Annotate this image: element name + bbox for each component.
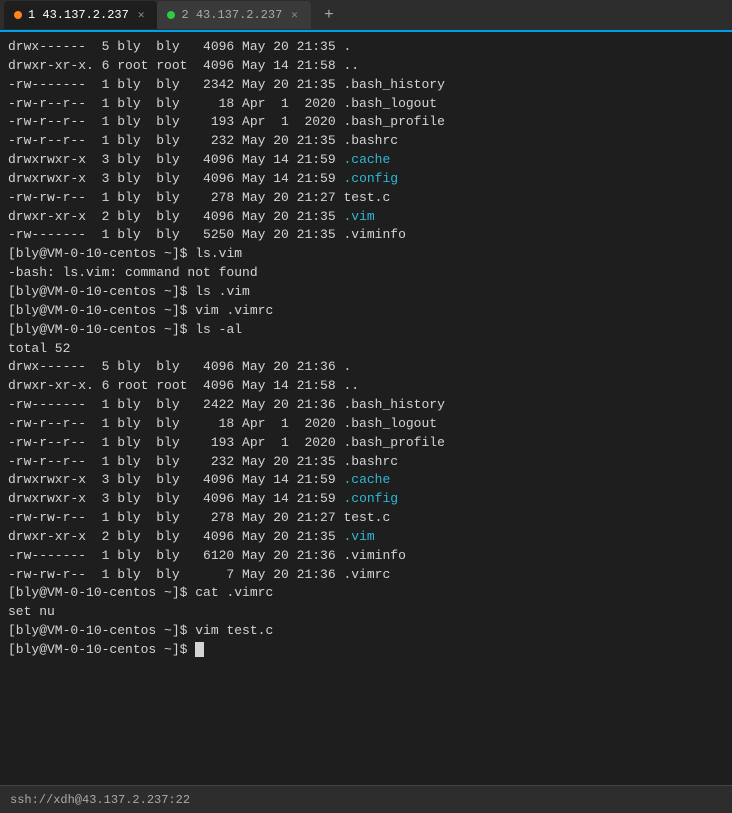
ssh-connection-info: ssh://xdh@43.137.2.237:22 <box>10 793 190 807</box>
terminal-line: -rw------- 1 bly bly 2342 May 20 21:35 .… <box>8 76 724 95</box>
terminal-line: drwxrwxr-x 3 bly bly 4096 May 14 21:59 .… <box>8 151 724 170</box>
terminal-line: -rw-r--r-- 1 bly bly 193 Apr 1 2020 .bas… <box>8 434 724 453</box>
tab-close-1[interactable]: ✕ <box>135 7 148 23</box>
terminal-line: drwxr-xr-x. 6 root root 4096 May 14 21:5… <box>8 57 724 76</box>
terminal-line: -rw-r--r-- 1 bly bly 18 Apr 1 2020 .bash… <box>8 95 724 114</box>
terminal-line: -rw-rw-r-- 1 bly bly 7 May 20 21:36 .vim… <box>8 566 724 585</box>
terminal-line: drwxr-xr-x 2 bly bly 4096 May 20 21:35 .… <box>8 208 724 227</box>
tab-2[interactable]: 2 43.137.2.237 ✕ <box>157 1 310 29</box>
terminal-line: -rw------- 1 bly bly 6120 May 20 21:36 .… <box>8 547 724 566</box>
terminal-line: drwx------ 5 bly bly 4096 May 20 21:35 . <box>8 38 724 57</box>
tab-close-2[interactable]: ✕ <box>288 7 301 23</box>
terminal-line: -rw-r--r-- 1 bly bly 193 Apr 1 2020 .bas… <box>8 113 724 132</box>
terminal-cursor <box>195 642 204 657</box>
terminal-area[interactable]: drwx------ 5 bly bly 4096 May 20 21:35 .… <box>0 32 732 785</box>
terminal-line: total 52 <box>8 340 724 359</box>
terminal-line: [bly@VM-0-10-centos ~]$ vim test.c <box>8 622 724 641</box>
terminal-line: drwx------ 5 bly bly 4096 May 20 21:36 . <box>8 358 724 377</box>
terminal-line: set nu <box>8 603 724 622</box>
tab-label-2: 2 43.137.2.237 <box>181 8 282 22</box>
terminal-line: drwxrwxr-x 3 bly bly 4096 May 14 21:59 .… <box>8 471 724 490</box>
terminal-line: -rw-r--r-- 1 bly bly 18 Apr 1 2020 .bash… <box>8 415 724 434</box>
tab-dot-1 <box>14 11 22 19</box>
tab-1[interactable]: 1 43.137.2.237 ✕ <box>4 1 157 29</box>
terminal-line: -bash: ls.vim: command not found <box>8 264 724 283</box>
tab-bar: 1 43.137.2.237 ✕ 2 43.137.2.237 ✕ + <box>0 0 732 32</box>
terminal-line: drwxr-xr-x. 6 root root 4096 May 14 21:5… <box>8 377 724 396</box>
terminal-line: drwxrwxr-x 3 bly bly 4096 May 14 21:59 .… <box>8 490 724 509</box>
terminal-line: -rw-rw-r-- 1 bly bly 278 May 20 21:27 te… <box>8 189 724 208</box>
new-tab-button[interactable]: + <box>315 3 343 27</box>
terminal-line: [bly@VM-0-10-centos ~]$ vim .vimrc <box>8 302 724 321</box>
tab-dot-2 <box>167 11 175 19</box>
terminal-line: drwxrwxr-x 3 bly bly 4096 May 14 21:59 .… <box>8 170 724 189</box>
terminal-line: -rw------- 1 bly bly 2422 May 20 21:36 .… <box>8 396 724 415</box>
status-bar: ssh://xdh@43.137.2.237:22 <box>0 785 732 813</box>
terminal-line: [bly@VM-0-10-centos ~]$ ls.vim <box>8 245 724 264</box>
terminal-line: -rw------- 1 bly bly 5250 May 20 21:35 .… <box>8 226 724 245</box>
terminal-line: [bly@VM-0-10-centos ~]$ ls .vim <box>8 283 724 302</box>
terminal-line: [bly@VM-0-10-centos ~]$ cat .vimrc <box>8 584 724 603</box>
terminal-line: drwxr-xr-x 2 bly bly 4096 May 20 21:35 .… <box>8 528 724 547</box>
terminal-line: -rw-r--r-- 1 bly bly 232 May 20 21:35 .b… <box>8 132 724 151</box>
terminal-line: -rw-rw-r-- 1 bly bly 278 May 20 21:27 te… <box>8 509 724 528</box>
tab-label-1: 1 43.137.2.237 <box>28 8 129 22</box>
terminal-line: [bly@VM-0-10-centos ~]$ ls -al <box>8 321 724 340</box>
terminal-line: [bly@VM-0-10-centos ~]$ <box>8 641 724 660</box>
terminal-line: -rw-r--r-- 1 bly bly 232 May 20 21:35 .b… <box>8 453 724 472</box>
